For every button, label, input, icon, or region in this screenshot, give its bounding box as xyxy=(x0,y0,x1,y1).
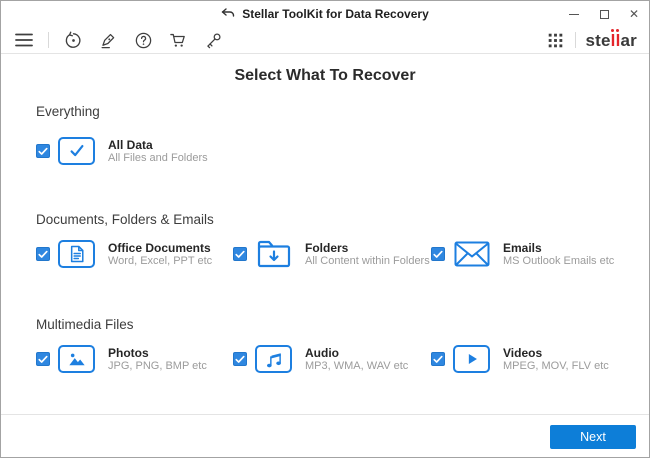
item-title: Folders xyxy=(305,240,349,255)
item-title: Audio xyxy=(305,345,339,360)
emails-checkbox[interactable] xyxy=(431,247,445,261)
footer-divider xyxy=(1,414,649,415)
buy-cart-icon[interactable] xyxy=(167,29,189,51)
close-icon: ✕ xyxy=(628,7,640,21)
stellar-logo: ste ll ar xyxy=(585,28,637,50)
recover-item-photos: Photos JPG, PNG, BMP etc xyxy=(36,344,233,374)
folders-checkbox[interactable] xyxy=(233,247,247,261)
maximize-button[interactable] xyxy=(589,1,619,27)
office-documents-checkbox[interactable] xyxy=(36,247,50,261)
recover-section-3: Multimedia Files Photos JPG, PNG, BMP et… xyxy=(36,317,635,374)
videos-checkbox[interactable] xyxy=(431,352,445,366)
item-title: Emails xyxy=(503,240,542,255)
recover-item-all-data: All Data All Files and Folders xyxy=(36,136,233,166)
item-subtitle: All Files and Folders xyxy=(108,151,208,164)
back-arrow-icon[interactable] xyxy=(221,8,235,20)
emails-icon xyxy=(453,240,490,268)
recover-section-2: Documents, Folders & Emails Office Docum… xyxy=(36,212,635,269)
photos-icon xyxy=(58,345,95,373)
item-title: All Data xyxy=(108,137,153,152)
logo-ar: ar xyxy=(620,30,637,50)
item-title: Photos xyxy=(108,345,149,360)
item-subtitle: Word, Excel, PPT etc xyxy=(108,254,213,267)
minimize-icon xyxy=(569,13,579,15)
license-key-icon[interactable] xyxy=(202,29,224,51)
item-subtitle: MS Outlook Emails etc xyxy=(503,254,615,267)
item-title: Office Documents xyxy=(108,240,211,255)
section-title: Documents, Folders & Emails xyxy=(36,212,214,227)
videos-icon xyxy=(453,345,490,373)
item-subtitle: All Content within Folders xyxy=(305,254,430,267)
recover-item-videos: Videos MPEG, MOV, FLV etc xyxy=(431,344,635,374)
folders-icon xyxy=(255,240,292,268)
maximize-icon xyxy=(599,9,609,19)
recover-item-folders: Folders All Content within Folders xyxy=(233,239,431,269)
minimize-button[interactable] xyxy=(559,1,589,27)
logo-ll: ll xyxy=(610,28,621,50)
toolbar: ste ll ar xyxy=(1,27,649,54)
audio-icon xyxy=(255,345,292,373)
section-items: Office Documents Word, Excel, PPT etc Fo… xyxy=(36,239,635,269)
section-title: Multimedia Files xyxy=(36,317,134,332)
item-subtitle: MPEG, MOV, FLV etc xyxy=(503,359,609,372)
all-data-checkbox[interactable] xyxy=(36,144,50,158)
recover-item-office-documents: Office Documents Word, Excel, PPT etc xyxy=(36,239,233,269)
toolbar-divider-right xyxy=(575,32,577,48)
title-bar: Stellar ToolKit for Data Recovery ✕ xyxy=(1,1,649,27)
recover-item-audio: Audio MP3, WMA, WAV etc xyxy=(233,344,431,374)
section-title: Everything xyxy=(36,104,100,119)
recover-item-emails: Emails MS Outlook Emails etc xyxy=(431,239,635,269)
next-button[interactable]: Next xyxy=(550,425,636,449)
item-subtitle: MP3, WMA, WAV etc xyxy=(305,359,409,372)
app-window: Stellar ToolKit for Data Recovery ✕ ste … xyxy=(0,0,650,458)
menu-icon[interactable] xyxy=(13,29,35,51)
audio-checkbox[interactable] xyxy=(233,352,247,366)
activation-pen-icon[interactable] xyxy=(97,29,119,51)
window-title: Stellar ToolKit for Data Recovery xyxy=(242,7,429,21)
toolbar-divider xyxy=(48,32,49,48)
section-items: All Data All Files and Folders xyxy=(36,136,635,166)
sections: Everything All Data All Files and Folder… xyxy=(36,104,635,374)
item-subtitle: JPG, PNG, BMP etc xyxy=(108,359,207,372)
item-title: Videos xyxy=(503,345,543,360)
recover-section-1: Everything All Data All Files and Folder… xyxy=(36,104,635,166)
resume-recovery-icon[interactable] xyxy=(62,29,84,51)
photos-checkbox[interactable] xyxy=(36,352,50,366)
close-button[interactable]: ✕ xyxy=(619,1,649,27)
section-items: Photos JPG, PNG, BMP etc Audio MP3, WMA,… xyxy=(36,344,635,374)
logo-ste: ste xyxy=(585,30,611,50)
app-grid-icon[interactable] xyxy=(544,29,566,51)
office-documents-icon xyxy=(58,240,95,268)
all-data-icon xyxy=(58,137,95,165)
help-icon[interactable] xyxy=(132,29,154,51)
page-title: Select What To Recover xyxy=(234,67,416,84)
